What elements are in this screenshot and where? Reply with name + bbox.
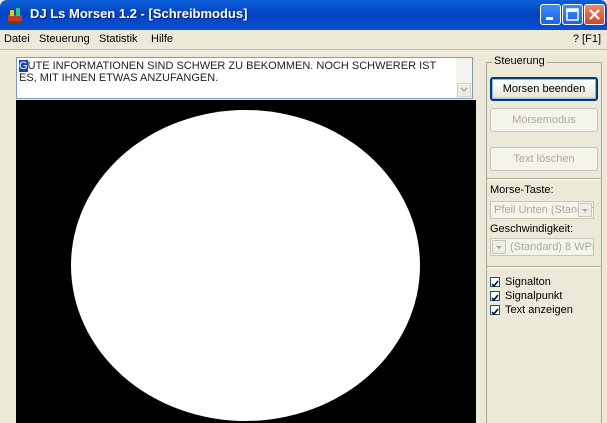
chevron-down-icon: [582, 209, 588, 212]
text-scrollbar[interactable]: [456, 58, 472, 98]
panel-divider: [487, 266, 601, 268]
speed-dropdown-button[interactable]: [492, 240, 506, 254]
maximize-button[interactable]: [562, 4, 583, 25]
menu-steuerung[interactable]: Steuerung: [39, 33, 90, 45]
morse-key-select[interactable]: Pfeil Unten (Standard): [490, 201, 594, 219]
help-shortcut[interactable]: ? [F1]: [573, 33, 601, 45]
menu-statistik[interactable]: Statistik: [99, 33, 138, 45]
speed-value: (Standard) 8 WPM: [510, 241, 594, 253]
stop-morsing-button[interactable]: Morsen beenden: [490, 77, 598, 101]
panel-divider: [487, 178, 601, 180]
close-button[interactable]: [584, 4, 605, 25]
checkbox-box[interactable]: [490, 277, 500, 288]
title-bar[interactable]: DJ Ls Morsen 1.2 - [Schreibmodus]: [0, 0, 607, 30]
clear-text-button[interactable]: Text löschen: [490, 147, 598, 171]
app-icon: [7, 7, 23, 23]
signalton-label: Signalton: [505, 276, 551, 288]
morse-key-label: Morse-Taste:: [490, 184, 554, 196]
checkmark-icon: [491, 294, 499, 302]
morse-text: GUTE INFORMATIONEN SIND SCHWER ZU BEKOMM…: [19, 60, 455, 84]
morse-mode-button[interactable]: Morsemodus: [490, 108, 598, 132]
signal-dot: [71, 110, 420, 421]
scroll-down-button[interactable]: [457, 83, 471, 97]
signalpunkt-label: Signalpunkt: [505, 290, 563, 302]
maximize-icon: [566, 8, 579, 21]
text-anzeigen-label: Text anzeigen: [505, 304, 573, 316]
window-title: DJ Ls Morsen 1.2 - [Schreibmodus]: [30, 6, 248, 21]
chevron-down-icon: [460, 87, 468, 93]
checkbox-box[interactable]: [490, 305, 500, 316]
menu-hilfe[interactable]: Hilfe: [151, 33, 173, 45]
minimize-icon: [546, 17, 553, 20]
signal-display: [16, 100, 476, 423]
checkmark-icon: [491, 308, 499, 316]
checkmark-icon: [491, 280, 499, 288]
checkbox-box[interactable]: [490, 291, 500, 302]
menu-bar: Datei Steuerung Statistik Hilfe ? [F1]: [0, 30, 607, 50]
minimize-button[interactable]: [540, 4, 561, 25]
menu-datei[interactable]: Datei: [4, 33, 30, 45]
text-cursor: G: [19, 60, 28, 72]
morse-key-dropdown-button[interactable]: [578, 203, 592, 217]
speed-label: Geschwindigkeit:: [490, 223, 574, 235]
close-icon: [589, 9, 600, 20]
steuerung-group-label: Steuerung: [492, 55, 547, 67]
morse-text-body: UTE INFORMATIONEN SIND SCHWER ZU BEKOMME…: [19, 60, 440, 84]
speed-select[interactable]: (Standard) 8 WPM: [490, 238, 594, 256]
chevron-down-icon: [496, 246, 502, 249]
morse-text-area[interactable]: GUTE INFORMATIONEN SIND SCHWER ZU BEKOMM…: [16, 57, 473, 99]
